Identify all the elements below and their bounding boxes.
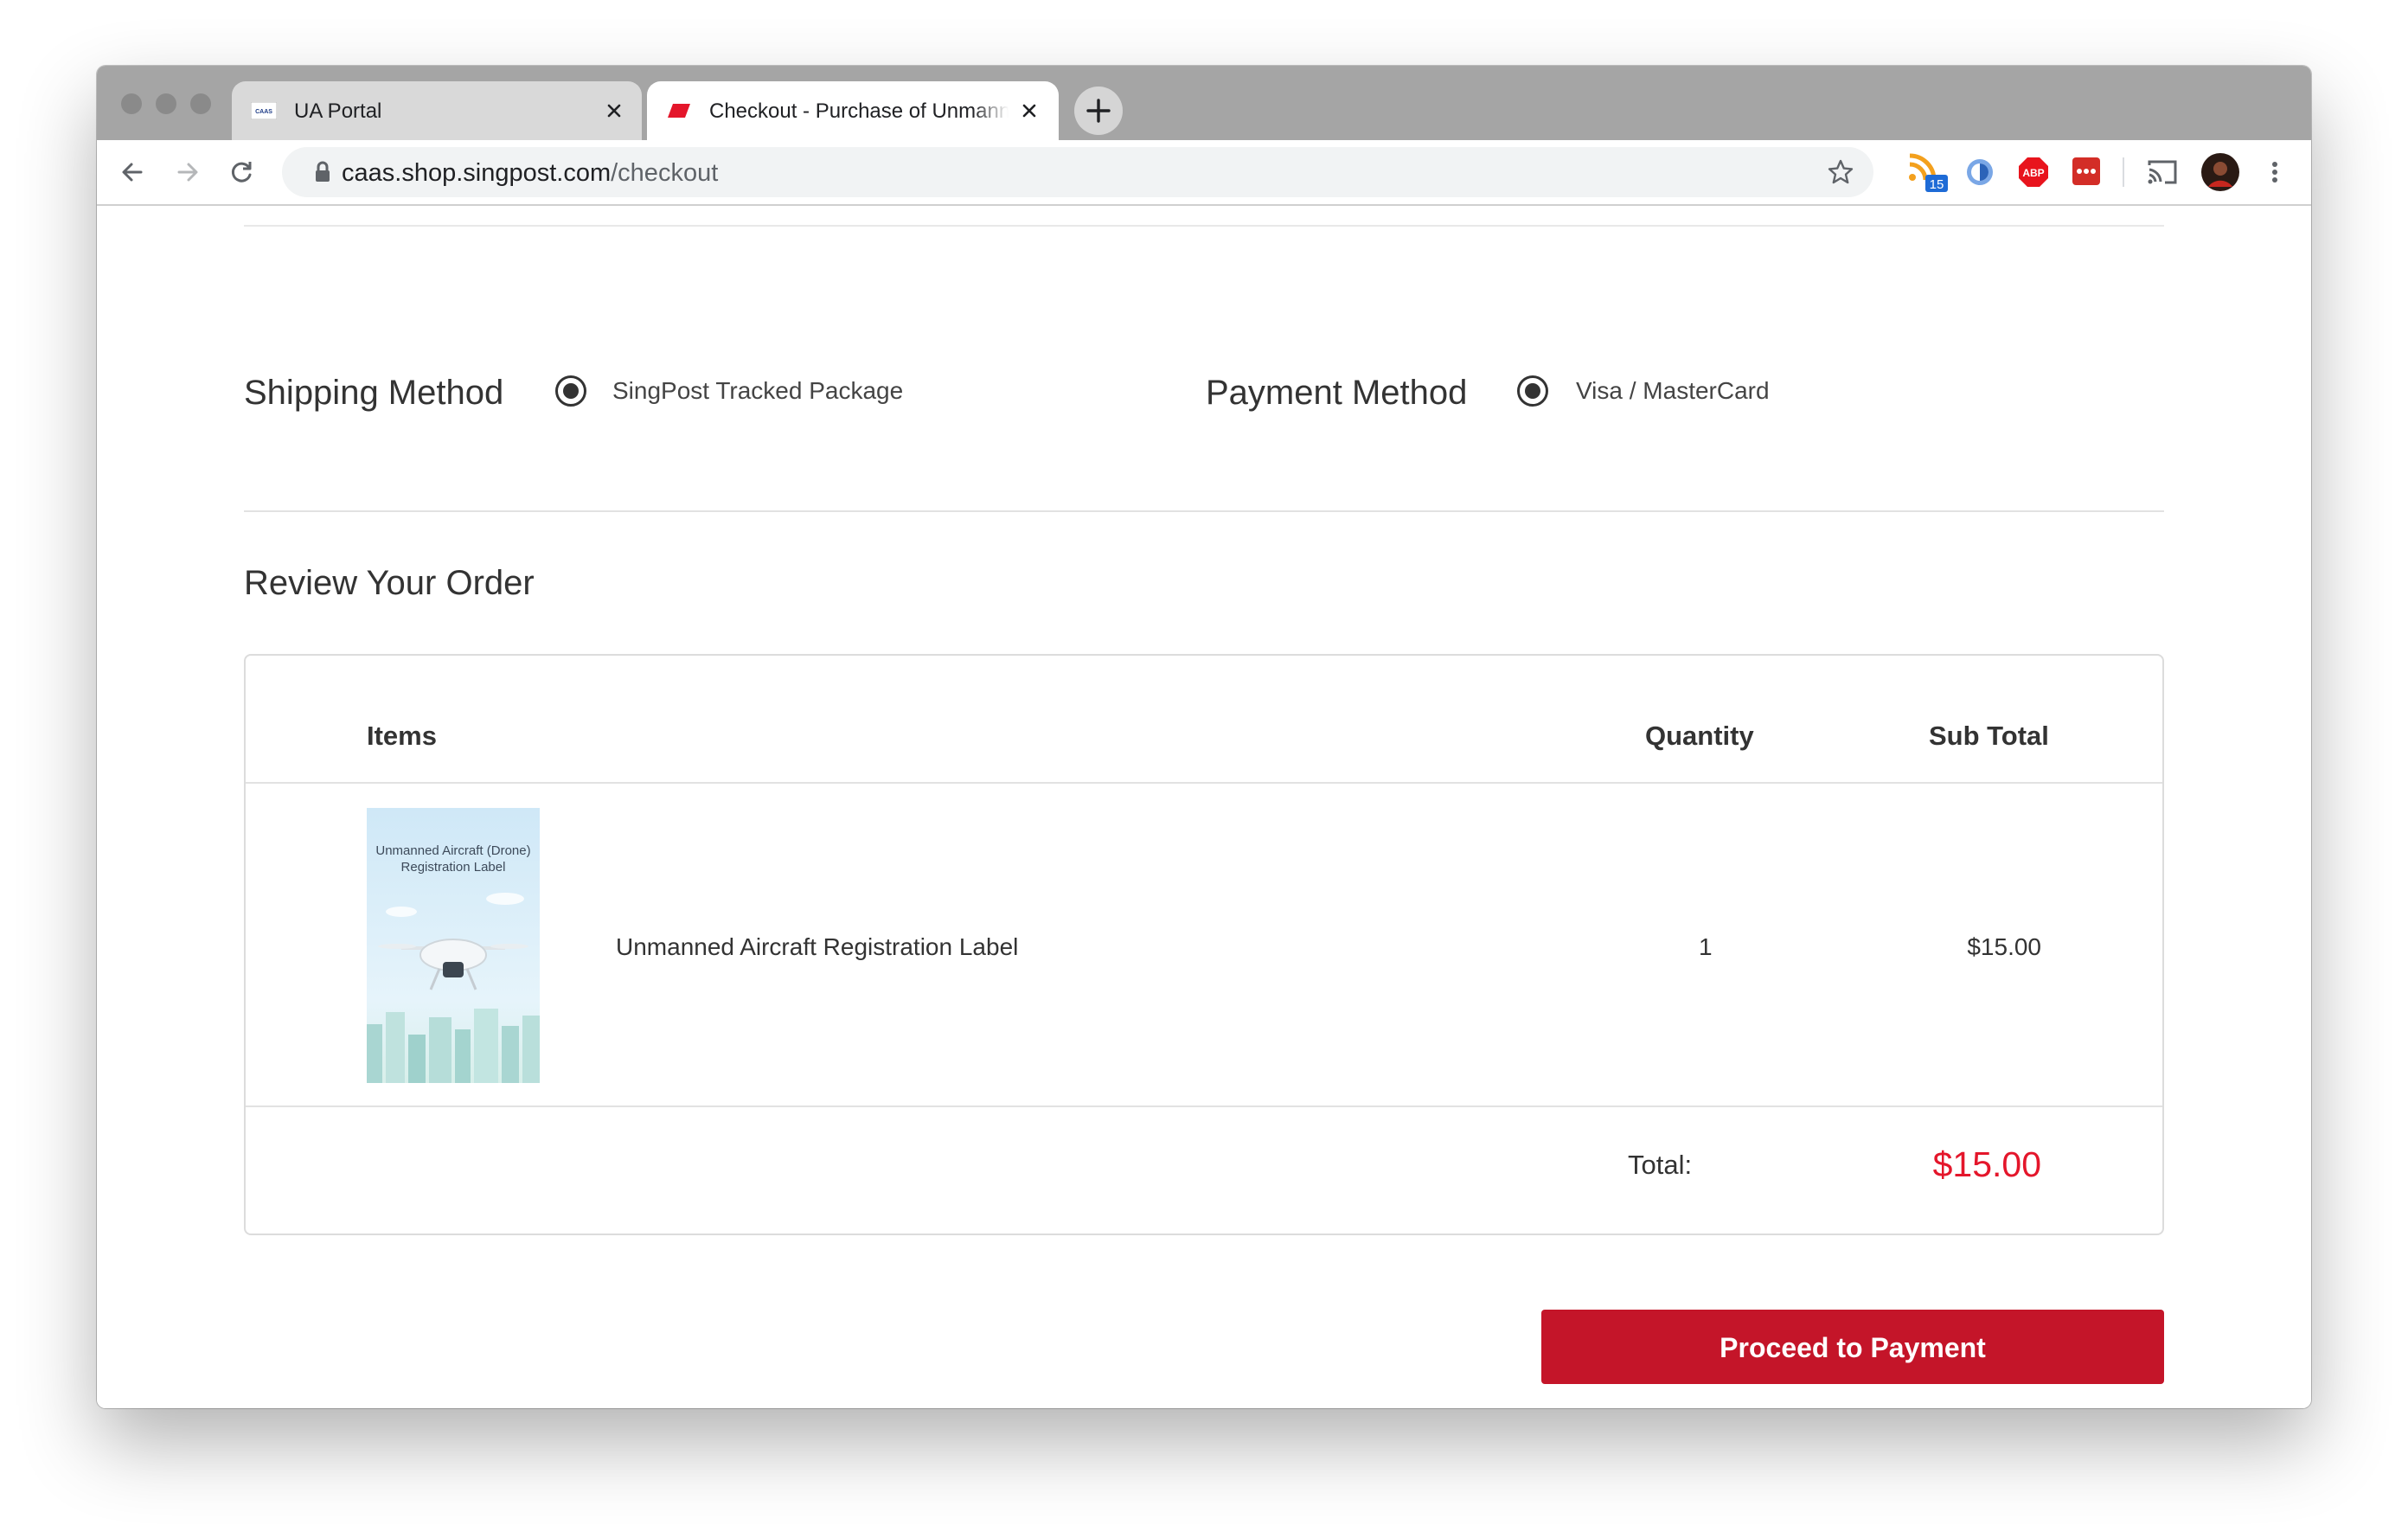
back-arrow-icon[interactable] bbox=[118, 157, 147, 187]
caas-favicon-icon: CAAS bbox=[251, 102, 277, 119]
tab-checkout[interactable]: Checkout - Purchase of Unmanned Aircraft… bbox=[647, 81, 1059, 140]
shipping-option-label[interactable]: SingPost Tracked Package bbox=[612, 376, 903, 406]
order-summary-table: Items Quantity Sub Total Unmanned Aircra… bbox=[244, 654, 2164, 1235]
payment-option-radio[interactable] bbox=[1517, 375, 1548, 407]
total-divider bbox=[246, 1105, 2162, 1107]
reload-icon[interactable] bbox=[227, 157, 256, 187]
payment-option-label[interactable]: Visa / MasterCard bbox=[1576, 376, 1770, 406]
adblock-plus-icon[interactable]: ABP bbox=[2017, 156, 2050, 189]
star-bookmark-icon[interactable] bbox=[1827, 158, 1854, 186]
abp-label: ABP bbox=[2022, 167, 2044, 179]
plus-icon bbox=[1086, 99, 1111, 123]
url-path: /checkout bbox=[611, 159, 719, 187]
tab-title: Checkout - Purchase of Unmanned Aircraft… bbox=[709, 99, 1009, 123]
items-column-header: Items bbox=[367, 721, 437, 751]
divider bbox=[244, 225, 2164, 227]
close-tab-icon[interactable] bbox=[1019, 100, 1040, 121]
rss-feed-extension-icon[interactable]: 15 bbox=[1905, 151, 1950, 195]
toolbar-divider bbox=[2123, 157, 2124, 187]
password-manager-extension-icon[interactable] bbox=[1963, 156, 1996, 189]
product-thumbnail[interactable]: Unmanned Aircraft (Drone) Registration L… bbox=[367, 808, 540, 1083]
total-label: Total: bbox=[1628, 1150, 1693, 1180]
url-host: caas.shop.singpost.com bbox=[342, 159, 612, 187]
browser-window: CAAS UA Portal Checkout - Purchase of Un… bbox=[97, 66, 2311, 1408]
zoom-window-button[interactable] bbox=[190, 93, 211, 114]
checkout-page: Shipping Method SingPost Tracked Package… bbox=[97, 206, 2311, 1408]
tab-ua-portal[interactable]: CAAS UA Portal bbox=[232, 81, 642, 140]
singpost-favicon-icon bbox=[668, 104, 690, 118]
browser-toolbar: caas.shop.singpost.com/checkout 15 ABP bbox=[97, 140, 2311, 206]
tab-title: UA Portal bbox=[294, 99, 382, 123]
item-subtotal: $15.00 bbox=[1967, 933, 2041, 960]
lock-icon[interactable] bbox=[313, 161, 332, 183]
tab-strip: CAAS UA Portal Checkout - Purchase of Un… bbox=[97, 66, 2311, 140]
forward-arrow-icon[interactable] bbox=[173, 157, 202, 187]
drone-illustration-icon bbox=[367, 893, 540, 1083]
profile-avatar-icon[interactable] bbox=[2200, 152, 2240, 192]
divider bbox=[244, 510, 2164, 512]
subtotal-column-header: Sub Total bbox=[1929, 721, 2049, 751]
cast-icon[interactable] bbox=[2147, 157, 2178, 187]
favicon-text: CAAS bbox=[255, 109, 272, 115]
lastpass-extension-icon[interactable] bbox=[2071, 156, 2102, 187]
shipping-option-radio[interactable] bbox=[555, 375, 586, 407]
url-text[interactable]: caas.shop.singpost.com/checkout bbox=[342, 157, 718, 189]
close-tab-icon[interactable] bbox=[604, 100, 624, 121]
close-window-button[interactable] bbox=[121, 93, 142, 114]
shipping-method-heading: Shipping Method bbox=[244, 374, 504, 412]
new-tab-button[interactable] bbox=[1074, 87, 1123, 135]
total-value: $15.00 bbox=[1932, 1144, 2041, 1184]
item-name: Unmanned Aircraft Registration Label bbox=[616, 933, 1019, 960]
quantity-column-header: Quantity bbox=[1645, 721, 1754, 751]
header-divider bbox=[246, 782, 2162, 784]
payment-method-heading: Payment Method bbox=[1206, 374, 1468, 412]
minimize-window-button[interactable] bbox=[156, 93, 176, 114]
more-menu-icon[interactable] bbox=[2266, 157, 2283, 187]
review-order-heading: Review Your Order bbox=[244, 564, 535, 602]
extension-badge-text: 15 bbox=[1930, 177, 1944, 192]
proceed-to-payment-button[interactable]: Proceed to Payment bbox=[1541, 1310, 2164, 1384]
item-quantity: 1 bbox=[1699, 933, 1713, 960]
